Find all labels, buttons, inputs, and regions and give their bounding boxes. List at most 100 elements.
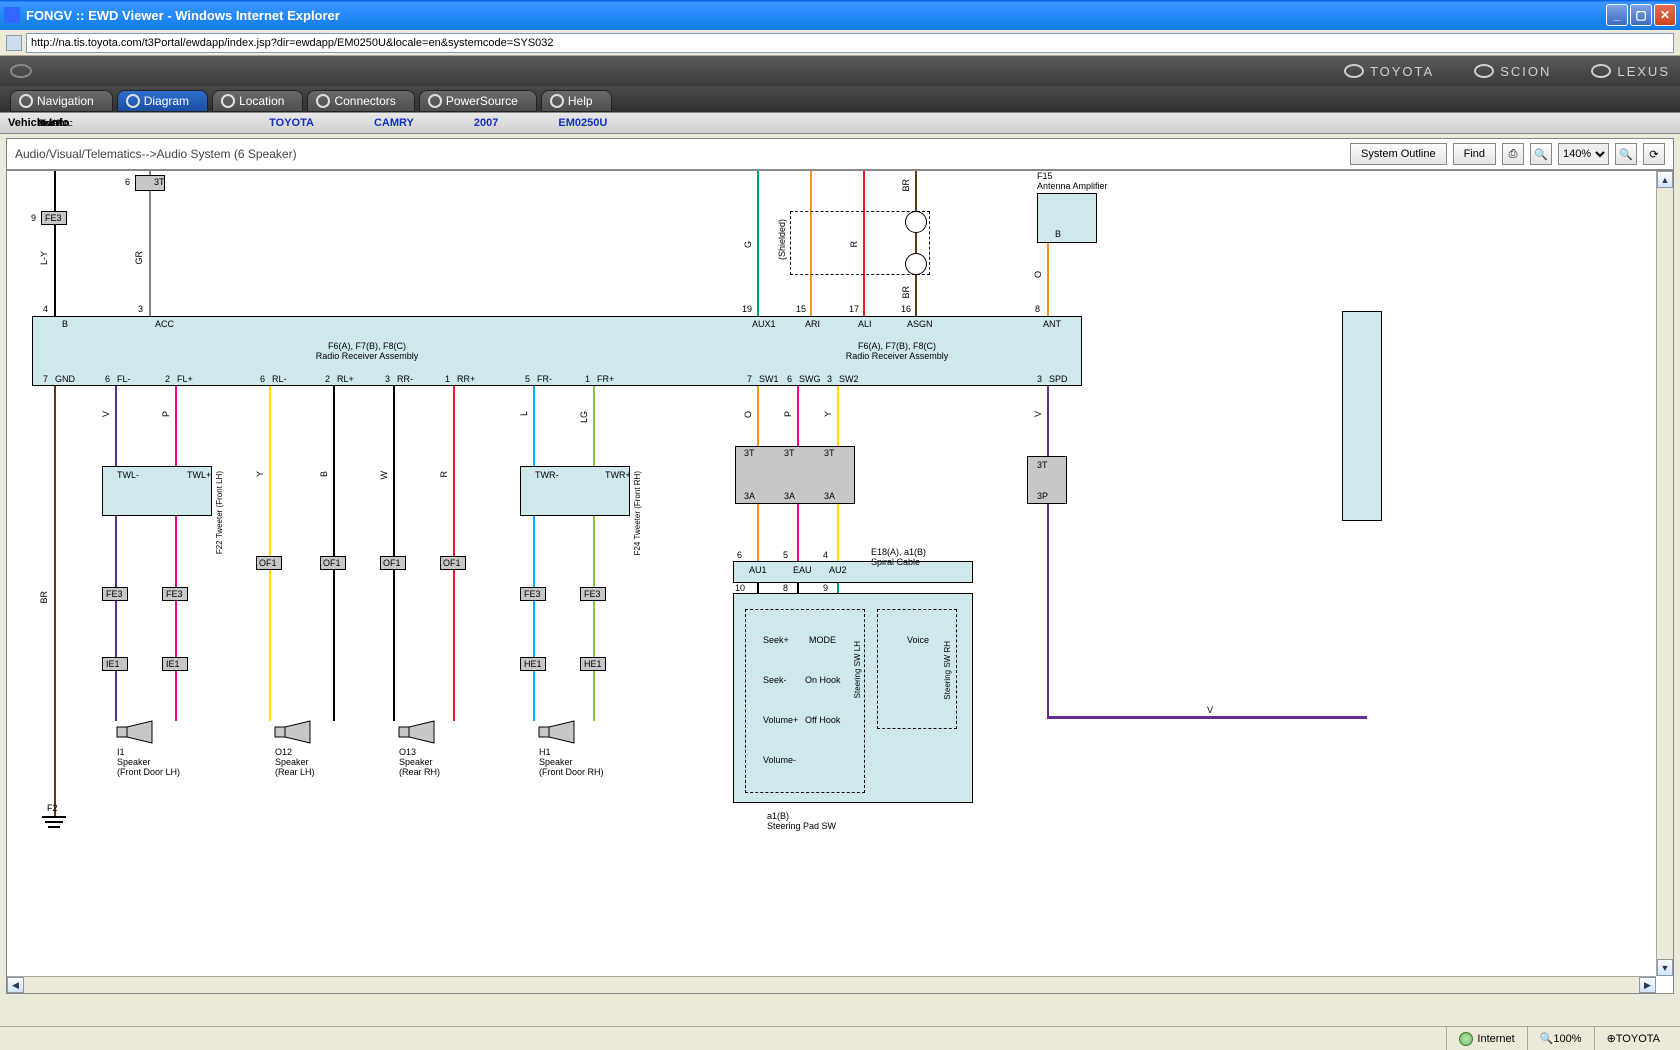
tab-location[interactable]: Location <box>212 90 303 112</box>
wire-v-label: V <box>101 411 111 417</box>
pin-2-rlp: 2 <box>325 374 330 384</box>
wire-spd <box>1047 386 1049 716</box>
year-value: 2007 <box>474 117 498 129</box>
pin-rrp: RR+ <box>457 374 475 384</box>
wiring-diagram[interactable]: F6(A), F7(B), F8(C) Radio Receiver Assem… <box>7 171 1673 993</box>
pin-au1: AU1 <box>749 565 767 575</box>
ground-symbol-mid <box>45 821 63 823</box>
wire-gr-label: GR <box>134 251 144 265</box>
close-button[interactable]: ✕ <box>1654 4 1676 26</box>
pin-5-frn: 5 <box>525 374 530 384</box>
vertical-scrollbar[interactable]: ▲ ▼ <box>1656 171 1673 976</box>
pin-6: 6 <box>125 177 130 187</box>
find-button[interactable]: Find <box>1453 143 1496 165</box>
steering-lh-label: Steering SW LH <box>853 641 862 698</box>
pin-6-swg: 6 <box>787 374 792 384</box>
pin-19: 19 <box>742 304 752 314</box>
pub-label: Pub No.: <box>38 118 73 128</box>
pin-17: 17 <box>849 304 859 314</box>
refresh-button[interactable]: ⟳ <box>1643 143 1665 165</box>
pin-4: 4 <box>43 304 48 314</box>
tweeter-rh-idname: F24 Tweeter (Front RH) <box>633 471 642 556</box>
pin-fln: FL- <box>117 374 131 384</box>
ie-icon <box>4 7 20 23</box>
pin-6-rln: 6 <box>260 374 265 384</box>
splice-fe3-lh-p-label: FE3 <box>166 589 183 599</box>
pin-swg: SWG <box>799 374 821 384</box>
sw-onhook: On Hook <box>805 675 841 685</box>
division-value: TOYOTA <box>269 117 314 129</box>
sw-voice: Voice <box>907 635 929 645</box>
wire-ly <box>54 225 56 316</box>
system-outline-button[interactable]: System Outline <box>1350 143 1447 165</box>
maximize-button[interactable]: ▢ <box>1630 4 1652 26</box>
speaker-h1-label: H1Speaker (Front Door RH) <box>539 747 604 777</box>
pin-acc-label: ACC <box>155 319 174 329</box>
pin-au2: AU2 <box>829 565 847 575</box>
fit-button[interactable]: 🔍 <box>1615 143 1637 165</box>
minimize-button[interactable]: _ <box>1606 4 1628 26</box>
wire-lg-label: LG <box>579 411 589 423</box>
speaker-i1-label: I1Speaker (Front Door LH) <box>117 747 180 777</box>
pin-7-gnd: 7 <box>43 374 48 384</box>
tab-navigation[interactable]: Navigation <box>10 90 113 112</box>
pin-9: 9 <box>31 213 36 223</box>
brand-scion: SCION <box>1474 64 1551 79</box>
wire-l-label: L <box>519 411 529 416</box>
pin-ant: ANT <box>1043 319 1061 329</box>
splice-fe3-lh-n-label: FE3 <box>106 589 123 599</box>
tab-bar: Navigation Diagram Location Connectors P… <box>0 86 1680 112</box>
spiral-pin5: 5 <box>783 550 788 560</box>
wire-o-sw1: O <box>743 411 753 418</box>
page-icon <box>6 35 22 51</box>
conn-3p-r: 3P <box>1037 491 1048 501</box>
pin-rrn: RR- <box>397 374 413 384</box>
conn-3t-r: 3T <box>1037 460 1048 470</box>
breadcrumb: Audio/Visual/Telematics-->Audio System (… <box>15 147 1344 161</box>
sp-pin10: 10 <box>735 583 745 593</box>
url-input[interactable] <box>26 33 1674 53</box>
wire-g-sp <box>837 583 839 593</box>
scroll-up-button[interactable]: ▲ <box>1657 171 1673 188</box>
splice-of1-w-label: OF1 <box>383 558 401 568</box>
horizontal-scrollbar[interactable]: ◀ ▶ <box>7 976 1656 993</box>
tab-powersource[interactable]: PowerSource <box>419 90 537 112</box>
pub-value: EM0250U <box>558 117 607 129</box>
spiral-pin4: 4 <box>823 550 828 560</box>
zoom-select[interactable]: 140% <box>1558 143 1609 165</box>
pin-spd: SPD <box>1049 374 1068 384</box>
wire-w-sp1 <box>757 583 759 593</box>
speaker-o13-label: O13Speaker (Rear RH) <box>399 747 440 777</box>
print-button[interactable]: ⎙ <box>1502 143 1524 165</box>
wire-g-label: G <box>743 241 753 248</box>
breadcrumb-row: Audio/Visual/Telematics-->Audio System (… <box>6 138 1674 170</box>
splice-fe3-rh-n-label: FE3 <box>524 589 541 599</box>
diagram-viewport: F6(A), F7(B), F8(C) Radio Receiver Assem… <box>6 170 1674 994</box>
spiral-cable <box>733 561 973 583</box>
speaker-icon-o13 <box>389 719 469 745</box>
conn-3a-2: 3A <box>784 491 795 501</box>
wire-w-rr <box>393 386 395 721</box>
twr-neg: TWR- <box>535 470 559 480</box>
speaker-icon-i1 <box>107 719 187 745</box>
scroll-down-button[interactable]: ▼ <box>1657 959 1673 976</box>
tab-diagram[interactable]: Diagram <box>117 90 208 112</box>
tab-connectors[interactable]: Connectors <box>307 90 414 112</box>
wire-br-top2 <box>915 275 917 316</box>
wire-ly-label: L-Y <box>39 251 49 265</box>
scroll-right-button[interactable]: ▶ <box>1639 977 1656 993</box>
wire-ly-upper <box>54 171 56 211</box>
tab-help[interactable]: Help <box>541 90 612 112</box>
wire-o-ant-label: O <box>1033 271 1043 278</box>
spiral-id: E18(A), a1(B) <box>871 547 926 557</box>
wire-p-label: P <box>161 411 171 417</box>
pin-3-rrn: 3 <box>385 374 390 384</box>
pin-15: 15 <box>796 304 806 314</box>
wire-b-label: B <box>319 471 329 477</box>
wire-g <box>757 171 759 316</box>
status-zoom[interactable]: 🔍 100% <box>1527 1027 1594 1050</box>
wire-ant <box>1047 243 1049 316</box>
antenna-id: F15 <box>1037 171 1053 181</box>
zoom-tool-button[interactable]: 🔍 <box>1530 143 1552 165</box>
scroll-left-button[interactable]: ◀ <box>7 977 24 993</box>
